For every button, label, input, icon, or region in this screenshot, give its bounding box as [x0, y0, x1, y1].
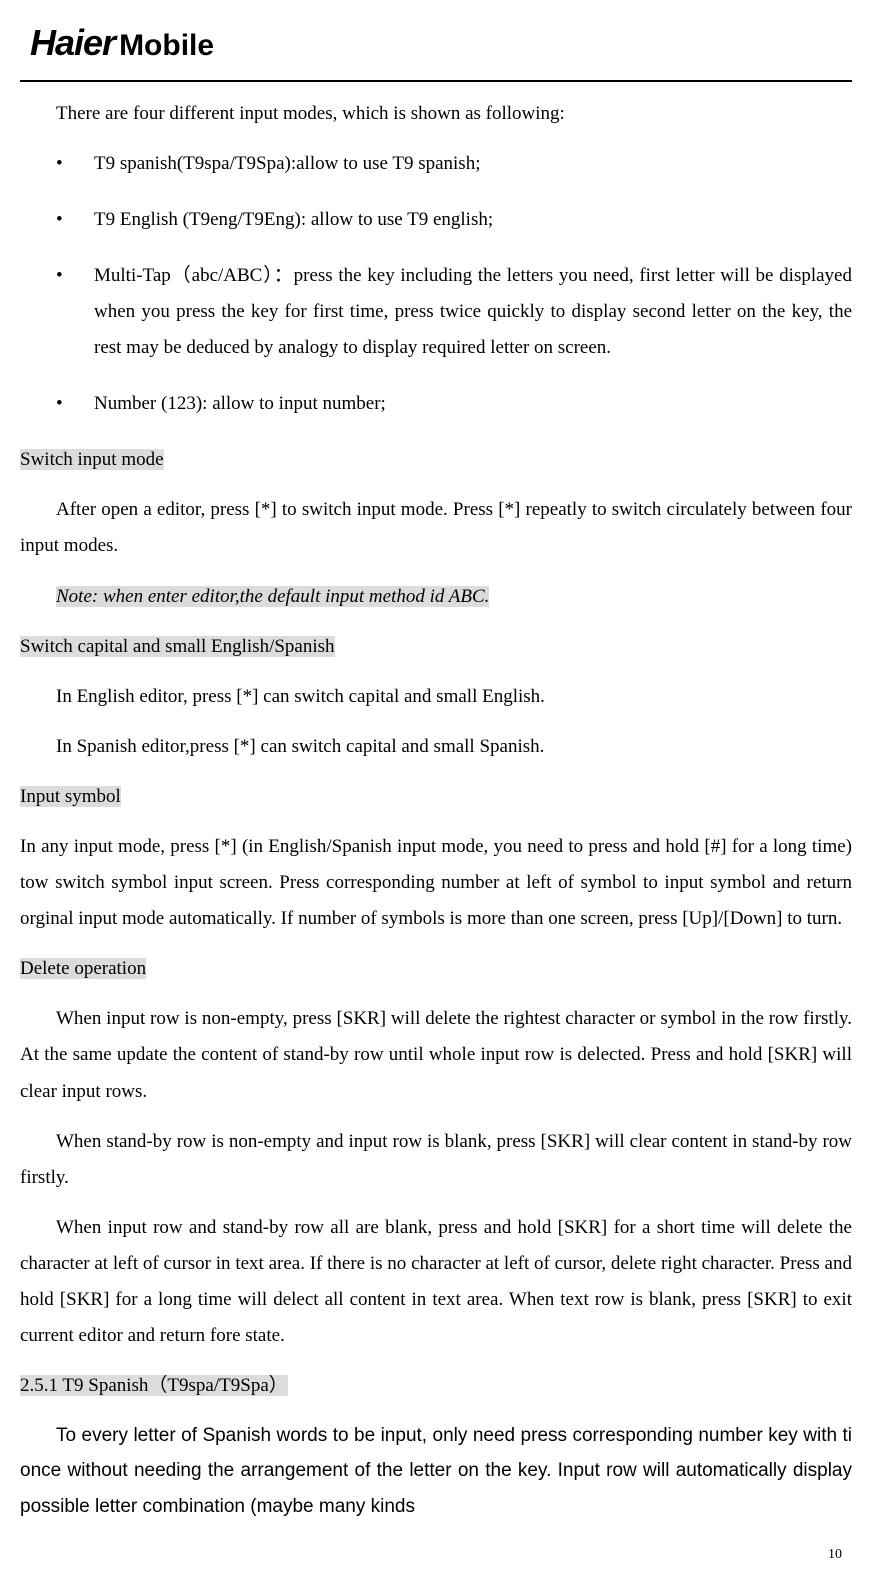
input-modes-list: T9 spanish(T9spa/T9Spa):allow to use T9 … [20, 146, 852, 423]
brand-sub: Mobile [119, 29, 214, 62]
switch-input-body: After open a editor, press [*] to switch… [20, 492, 852, 564]
list-item: T9 English (T9eng/T9Eng): allow to use T… [56, 202, 852, 238]
section-heading-input-symbol: Input symbol [20, 786, 121, 807]
section-heading-switch-capital: Switch capital and small English/Spanish [20, 636, 335, 657]
note-default-method: Note: when enter editor,the default inpu… [56, 586, 489, 607]
delete-op-p2: When stand-by row is non-empty and input… [20, 1124, 852, 1196]
t9-spanish-body: To every letter of Spanish words to be i… [20, 1418, 852, 1523]
section-heading-delete-operation: Delete operation [20, 958, 146, 979]
list-item: Number (123): allow to input number; [56, 386, 852, 422]
brand-name: Haier [30, 22, 115, 63]
delete-op-p3: When input row and stand-by row all are … [20, 1210, 852, 1354]
delete-op-p1: When input row is non-empty, press [SKR]… [20, 1001, 852, 1109]
section-heading-t9-spanish: 2.5.1 T9 Spanish（T9spa/T9Spa） [20, 1375, 288, 1396]
brand-logo: HaierMobile [20, 10, 852, 80]
page-number: 10 [20, 1544, 852, 1566]
input-symbol-body: In any input mode, press [*] (in English… [20, 829, 852, 937]
list-item: Multi-Tap（abc/ABC）：press the key includi… [56, 258, 852, 366]
section-heading-switch-input: Switch input mode [20, 449, 164, 470]
list-item: T9 spanish(T9spa/T9Spa):allow to use T9 … [56, 146, 852, 182]
switch-capital-p2: In Spanish editor,press [*] can switch c… [20, 729, 852, 765]
switch-capital-p1: In English editor, press [*] can switch … [20, 679, 852, 715]
header-divider [20, 80, 852, 82]
intro-paragraph: There are four different input modes, wh… [20, 96, 852, 132]
